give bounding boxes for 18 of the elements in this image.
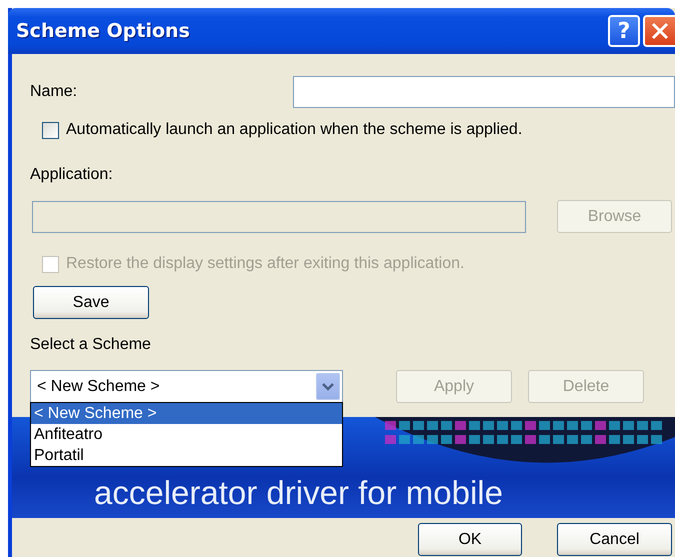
restore-settings-label: Restore the display settings after exiting this application. [66, 255, 464, 273]
dropdown-arrow-button[interactable] [316, 373, 340, 400]
close-button[interactable] [643, 15, 675, 47]
help-button[interactable]: ? [608, 15, 640, 47]
application-label: Application: [30, 166, 113, 184]
auto-launch-label: Automatically launch an application when the scheme is applied. [66, 121, 522, 139]
checkbox[interactable] [42, 122, 59, 138]
select-scheme-label: Select a Scheme [30, 336, 151, 354]
name-input-field[interactable] [293, 76, 675, 108]
dropdown-option[interactable]: < New Scheme > [31, 403, 342, 424]
save-button[interactable]: Save [33, 286, 149, 319]
name-label: Name: [30, 83, 78, 101]
banner-text: accelerator driver for mobile [93, 478, 504, 508]
close-icon [650, 21, 670, 41]
window-title: Scheme Options [16, 20, 191, 42]
cancel-button[interactable]: Cancel [557, 523, 672, 556]
ok-button[interactable]: OK [418, 523, 522, 556]
chevron-down-icon [322, 382, 334, 390]
